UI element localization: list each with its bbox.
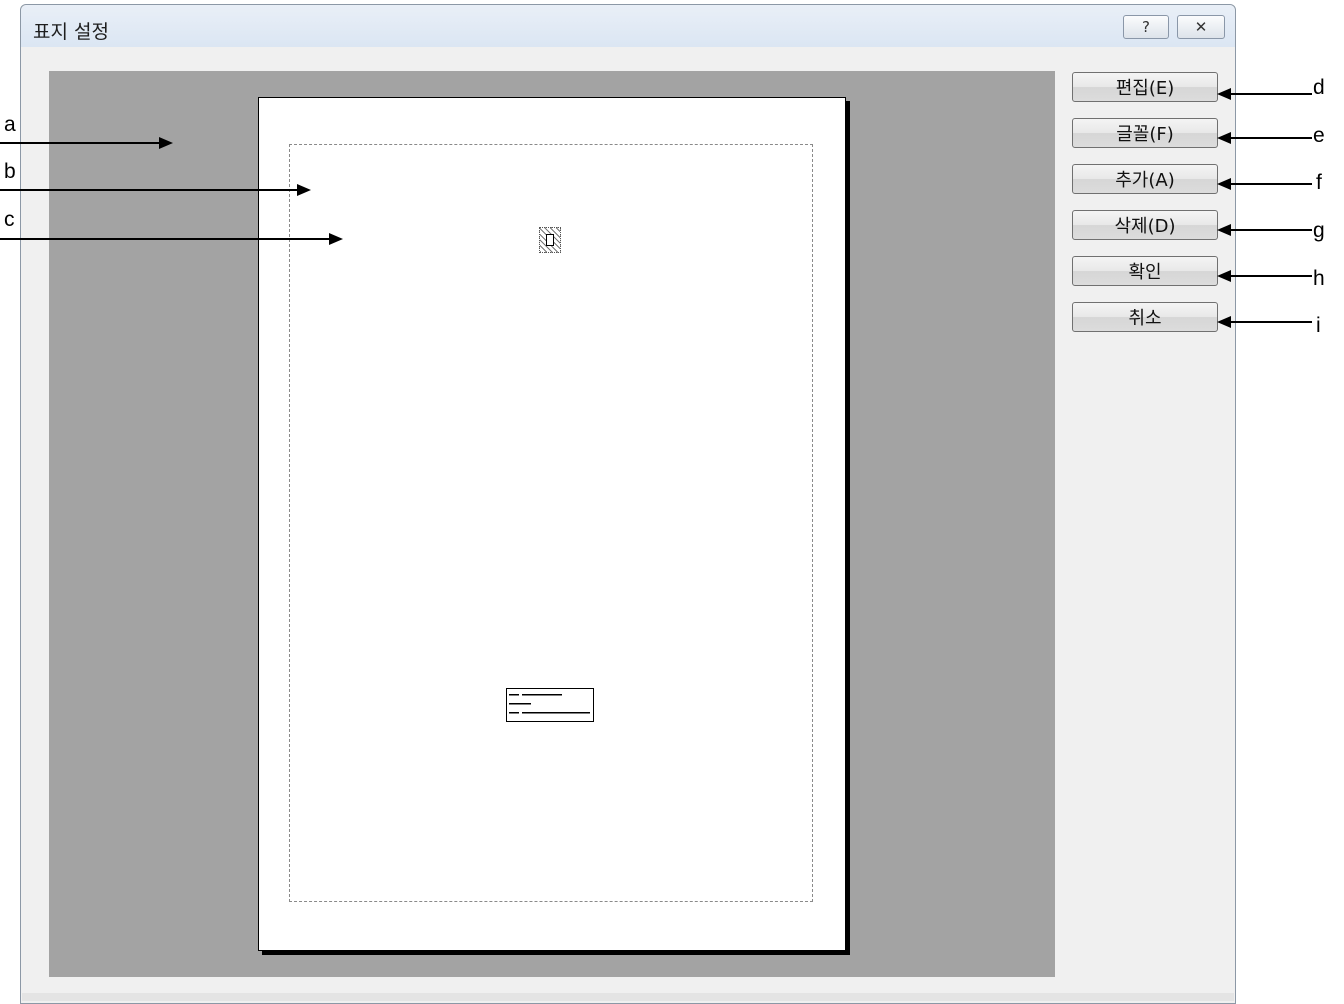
cancel-button[interactable]: 취소 (1072, 302, 1218, 332)
edit-button[interactable]: 편집(E) (1072, 72, 1218, 102)
callout-f-arrow (1217, 178, 1312, 190)
text-line (509, 709, 591, 718)
title-bar: 표지 설정 ? ✕ (21, 5, 1235, 47)
preview-area (49, 71, 1055, 977)
ok-button[interactable]: 확인 (1072, 256, 1218, 286)
callout-c-label: c (4, 208, 15, 231)
callout-f-label: f (1316, 171, 1322, 194)
cover-page-preview[interactable] (258, 97, 846, 951)
dialog-title: 표지 설정 (33, 21, 109, 43)
callout-h-label: h (1313, 267, 1325, 290)
add-button[interactable]: 추가(A) (1072, 164, 1218, 194)
callout-i-arrow (1217, 316, 1312, 328)
callout-b-arrow (0, 184, 311, 196)
callout-a-arrow (0, 137, 173, 149)
callout-e-arrow (1217, 132, 1312, 144)
text-block[interactable] (506, 688, 594, 722)
question-mark-icon: ? (1142, 18, 1150, 36)
callout-g-arrow (1217, 224, 1312, 236)
callout-d-label: d (1313, 76, 1325, 99)
delete-button[interactable]: 삭제(D) (1072, 210, 1218, 240)
callout-d-arrow (1217, 88, 1312, 100)
image-placeholder-icon[interactable] (539, 227, 561, 253)
callout-i-label: i (1316, 314, 1321, 337)
font-button[interactable]: 글꼴(F) (1072, 118, 1218, 148)
text-line (509, 700, 591, 709)
callout-h-arrow (1217, 270, 1312, 282)
callout-b-label: b (4, 160, 16, 183)
text-line (509, 691, 591, 700)
callout-c-arrow (0, 233, 343, 245)
callout-g-label: g (1313, 219, 1325, 242)
margin-boundary (289, 144, 813, 902)
close-icon: ✕ (1194, 18, 1208, 36)
close-button[interactable]: ✕ (1177, 15, 1225, 39)
help-button[interactable]: ? (1123, 15, 1169, 39)
callout-e-label: e (1313, 124, 1325, 147)
callout-a-label: a (4, 113, 16, 136)
cover-settings-dialog: 표지 설정 ? ✕ 편집(E) 글꼴(F) 추가(A) 삭제(D) 확인 취소 (20, 4, 1236, 1004)
